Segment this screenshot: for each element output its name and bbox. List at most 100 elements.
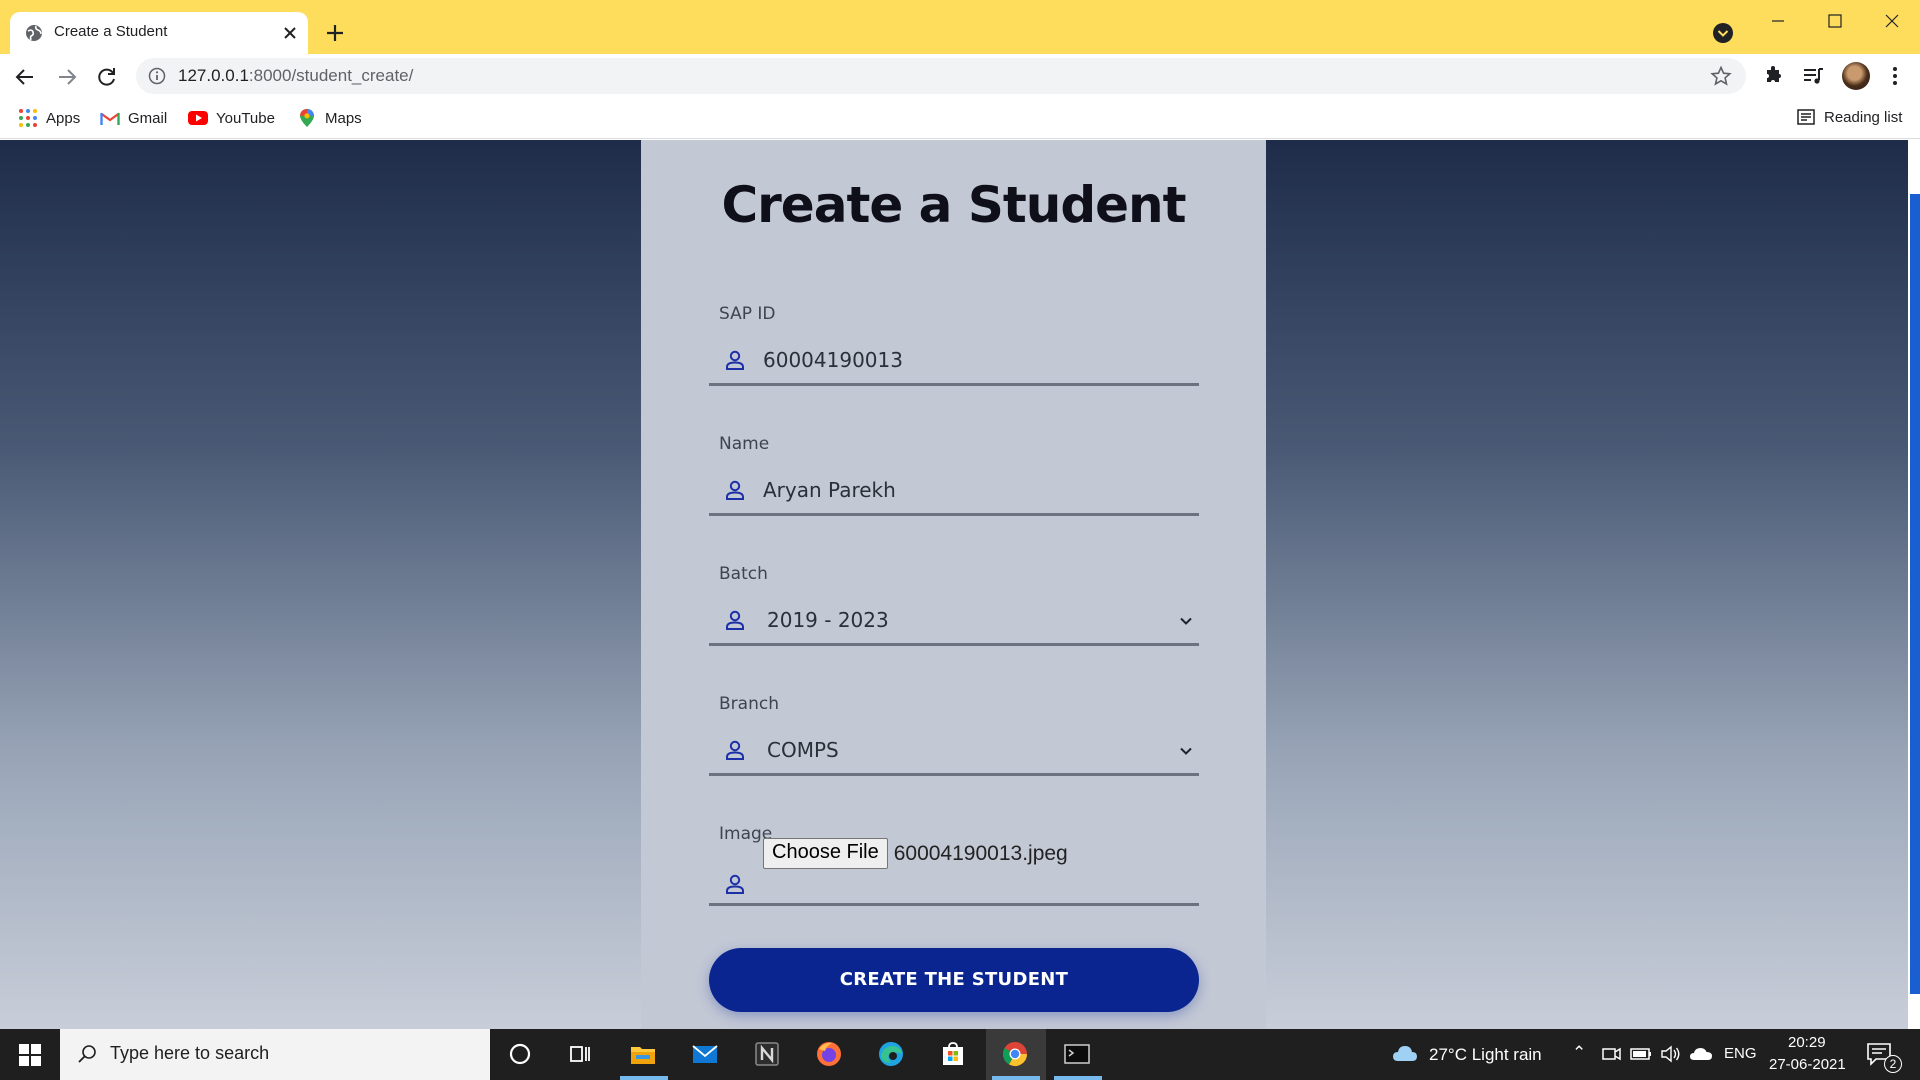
- back-icon[interactable]: [12, 64, 38, 90]
- notion-icon[interactable]: [752, 1039, 782, 1069]
- person-icon: [726, 350, 744, 370]
- browser-toolbar: 127.0.0.1:8000/student_create/: [0, 54, 1920, 99]
- extensions-icon[interactable]: [1762, 64, 1786, 88]
- page-viewport: Create a Student SAP ID 60004190013 Name…: [0, 140, 1920, 1029]
- url-host: 127.0.0.1: [178, 66, 249, 85]
- sap-id-label: SAP ID: [719, 304, 776, 324]
- mail-icon[interactable]: [690, 1039, 720, 1069]
- bookmark-gmail[interactable]: Gmail: [100, 107, 167, 129]
- cortana-icon[interactable]: [505, 1039, 535, 1069]
- media-queue-icon[interactable]: [1801, 64, 1825, 88]
- batch-select[interactable]: 2019 - 2023: [709, 594, 1199, 646]
- name-label: Name: [719, 434, 770, 454]
- url-path: :8000/student_create/: [248, 66, 414, 85]
- bookmark-label: Maps: [325, 109, 362, 127]
- search-icon: [78, 1045, 96, 1063]
- task-view-icon[interactable]: [565, 1039, 595, 1069]
- maximize-icon[interactable]: [1822, 8, 1848, 34]
- language-indicator[interactable]: ENG: [1724, 1045, 1757, 1062]
- batch-field: Batch 2019 - 2023: [709, 564, 1199, 670]
- minimize-icon[interactable]: [1765, 8, 1791, 34]
- bookmark-star-icon[interactable]: [1710, 65, 1732, 87]
- name-value: Aryan Parekh: [763, 478, 896, 502]
- branch-field: Branch COMPS: [709, 694, 1199, 800]
- weather-cloud-icon[interactable]: [1390, 1039, 1420, 1069]
- person-icon: [726, 874, 744, 894]
- firefox-icon[interactable]: [814, 1039, 844, 1069]
- file-explorer-icon[interactable]: [628, 1039, 658, 1069]
- name-field: Name Aryan Parekh: [709, 434, 1199, 540]
- image-field: Image Choose File 60004190013.jpeg: [709, 824, 1199, 930]
- bookmark-label: YouTube: [216, 109, 275, 127]
- reload-icon[interactable]: [94, 64, 120, 90]
- bookmark-youtube[interactable]: YouTube: [188, 107, 275, 129]
- battery-icon[interactable]: [1628, 1041, 1654, 1067]
- batch-value: 2019 - 2023: [767, 608, 889, 632]
- edge-icon[interactable]: [876, 1039, 906, 1069]
- volume-icon[interactable]: [1658, 1041, 1684, 1067]
- notification-count-badge: 2: [1884, 1055, 1902, 1073]
- globe-icon: [26, 25, 42, 41]
- batch-label: Batch: [719, 564, 768, 584]
- weather-text[interactable]: 27°C Light rain: [1429, 1045, 1542, 1065]
- tab-search-icon[interactable]: [1712, 22, 1734, 44]
- terminal-icon[interactable]: [1062, 1039, 1092, 1069]
- windows-start-icon[interactable]: [18, 1043, 42, 1067]
- branch-select[interactable]: COMPS: [709, 724, 1199, 776]
- more-menu-icon[interactable]: [1883, 64, 1907, 88]
- meet-now-icon[interactable]: [1598, 1041, 1624, 1067]
- maps-pin-icon: [300, 109, 314, 127]
- reading-list-label: Reading list: [1824, 108, 1903, 126]
- browser-titlebar: Create a Student: [0, 0, 1920, 54]
- gmail-icon: [100, 112, 120, 125]
- info-icon[interactable]: [148, 67, 166, 85]
- image-file-input: Choose File 60004190013.jpeg: [709, 838, 1199, 906]
- page-title: Create a Student: [721, 176, 1186, 234]
- bookmarks-bar: Apps Gmail YouTube Maps Reading list: [0, 99, 1920, 139]
- youtube-icon: [188, 111, 208, 125]
- person-icon: [726, 480, 744, 500]
- branch-value: COMPS: [767, 738, 839, 762]
- tab-title: Create a Student: [54, 23, 168, 40]
- reading-list-button[interactable]: Reading list: [1796, 107, 1902, 127]
- active-app-indicator: [620, 1076, 668, 1080]
- profile-avatar[interactable]: [1842, 62, 1870, 90]
- reading-list-icon: [1797, 109, 1815, 125]
- scrollbar-thumb[interactable]: [1910, 194, 1920, 994]
- taskbar-search-box[interactable]: Type here to search: [60, 1029, 490, 1080]
- clock-date[interactable]: 27-06-2021: [1769, 1056, 1846, 1073]
- chrome-icon[interactable]: [1000, 1039, 1030, 1069]
- name-input[interactable]: Aryan Parekh: [709, 464, 1199, 516]
- new-tab-icon[interactable]: [322, 20, 348, 46]
- windows-taskbar: Type here to search 27°C Light rain ⌃ EN…: [0, 1029, 1920, 1080]
- tray-chevron-up-icon[interactable]: ⌃: [1572, 1043, 1586, 1063]
- bookmark-label: Apps: [46, 109, 81, 127]
- bookmark-maps[interactable]: Maps: [297, 107, 362, 129]
- search-placeholder: Type here to search: [110, 1043, 270, 1063]
- forward-icon[interactable]: [54, 64, 80, 90]
- file-picker: Choose File 60004190013.jpeg: [763, 838, 1068, 869]
- close-tab-icon[interactable]: [280, 23, 300, 43]
- page-scrollbar[interactable]: [1908, 140, 1920, 1029]
- apps-grid-icon: [19, 109, 37, 127]
- file-name: 60004190013.jpeg: [893, 841, 1068, 865]
- browser-tab[interactable]: Create a Student: [10, 12, 308, 54]
- active-app-indicator: [992, 1076, 1040, 1080]
- bookmark-label: Gmail: [128, 109, 168, 127]
- sap-id-value: 60004190013: [763, 348, 903, 372]
- clock-time[interactable]: 20:29: [1788, 1034, 1826, 1051]
- person-icon: [726, 610, 744, 630]
- create-student-button[interactable]: CREATE THE STUDENT: [709, 948, 1199, 1012]
- active-app-indicator: [1054, 1076, 1102, 1080]
- person-icon: [726, 740, 744, 760]
- url-text: 127.0.0.1:8000/student_create/: [178, 66, 413, 86]
- close-window-icon[interactable]: [1879, 8, 1905, 34]
- sap-id-input[interactable]: 60004190013: [709, 334, 1199, 386]
- store-icon[interactable]: [938, 1039, 968, 1069]
- choose-file-button[interactable]: Choose File: [763, 838, 888, 869]
- onedrive-icon[interactable]: [1688, 1041, 1714, 1067]
- bookmark-apps[interactable]: Apps: [18, 107, 80, 129]
- chevron-down-icon[interactable]: [1177, 612, 1195, 630]
- address-bar[interactable]: 127.0.0.1:8000/student_create/: [136, 58, 1746, 94]
- chevron-down-icon[interactable]: [1177, 742, 1195, 760]
